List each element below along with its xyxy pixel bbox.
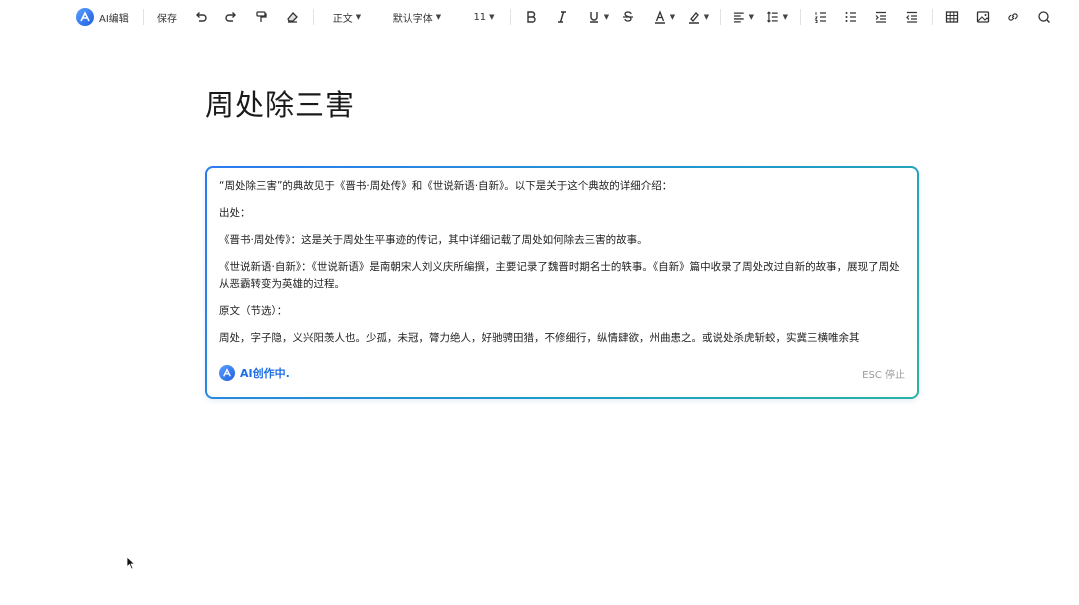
bullet-list-icon[interactable] [843, 7, 859, 27]
ai-paragraph: 《晋书·周处传》：这是关于周处生平事迹的传记，其中详细记载了周处如何除去三害的故… [219, 232, 905, 249]
toolbar-divider [143, 9, 144, 25]
ai-paragraph: 《世说新语·自新》：《世说新语》是南朝宋人刘义庆所编撰，主要记录了魏晋时期名士的… [219, 259, 905, 293]
chevron-down-icon: ▼ [749, 13, 754, 21]
ai-logo-icon [76, 8, 94, 26]
paragraph-style-select[interactable]: 正文▼ [330, 7, 364, 27]
eraser-icon[interactable] [284, 7, 300, 27]
mouse-cursor-icon [126, 555, 136, 574]
chevron-down-icon: ▼ [704, 13, 709, 21]
ai-status-label: AI创作中. [240, 365, 290, 381]
italic-icon[interactable] [554, 7, 570, 27]
ai-paragraph: 原文（节选）： [219, 303, 905, 320]
bold-icon[interactable] [523, 7, 539, 27]
undo-icon[interactable] [193, 7, 209, 27]
format-painter-icon[interactable] [253, 7, 269, 27]
document-title[interactable]: 周处除三害 [205, 82, 355, 124]
strikethrough-icon[interactable] [620, 7, 636, 27]
align-icon[interactable]: ▼ [732, 7, 754, 27]
chevron-down-icon: ▼ [489, 13, 494, 21]
ai-logo-icon [219, 365, 235, 381]
save-button[interactable]: 保存 [155, 7, 179, 27]
toolbar-divider [800, 9, 801, 25]
font-size-select[interactable]: 11▼ [471, 7, 497, 27]
toolbar-divider [932, 9, 933, 25]
underline-icon[interactable]: ▼ [586, 7, 610, 27]
chevron-down-icon: ▼ [604, 13, 609, 21]
ai-paragraph: 出处： [219, 205, 905, 222]
ai-generation-panel: “周处除三害”的典故见于《晋书·周处传》和《世说新语·自新》。以下是关于这个典故… [205, 166, 919, 399]
outdent-icon[interactable] [904, 7, 920, 27]
stop-generation-button[interactable]: ESC 停止 [862, 366, 905, 381]
font-family-select[interactable]: 默认字体▼ [390, 7, 444, 27]
table-icon[interactable] [944, 7, 960, 27]
editor-toolbar: AI编辑 保存 正文▼ 默认字体▼ 11▼ ▼ ▼ ▼ ▼ [0, 0, 1079, 34]
ordered-list-icon[interactable] [813, 7, 829, 27]
font-family-value: 默认字体 [393, 10, 433, 25]
indent-icon[interactable] [873, 7, 889, 27]
toolbar-divider [510, 9, 511, 25]
font-size-value: 11 [473, 12, 486, 23]
chevron-down-icon: ▼ [436, 13, 441, 21]
chevron-down-icon: ▼ [670, 13, 675, 21]
ai-paragraph: “周处除三害”的典故见于《晋书·周处传》和《世说新语·自新》。以下是关于这个典故… [219, 178, 905, 195]
line-height-icon[interactable]: ▼ [766, 7, 788, 27]
ai-paragraph: 周处，字子隐，义兴阳羡人也。少孤，未冠，膂力绝人，好驰骋田猎，不修细行，纵情肆欲… [219, 330, 905, 347]
chevron-down-icon: ▼ [783, 13, 788, 21]
search-icon[interactable] [1036, 7, 1052, 27]
app-logo: AI编辑 [76, 7, 132, 27]
ai-panel-footer: AI创作中. ESC 停止 [219, 363, 905, 383]
ai-status: AI创作中. [219, 365, 290, 381]
chevron-down-icon: ▼ [356, 13, 361, 21]
font-color-icon[interactable]: ▼ [652, 7, 676, 27]
paragraph-style-value: 正文 [333, 10, 353, 25]
ai-generated-content: “周处除三害”的典故见于《晋书·周处传》和《世说新语·自新》。以下是关于这个典故… [219, 178, 905, 354]
app-name: AI编辑 [99, 10, 129, 25]
image-icon[interactable] [975, 7, 991, 27]
redo-icon[interactable] [223, 7, 239, 27]
toolbar-divider [720, 9, 721, 25]
toolbar-divider [313, 9, 314, 25]
highlight-icon[interactable]: ▼ [686, 7, 710, 27]
link-icon[interactable] [1005, 7, 1021, 27]
